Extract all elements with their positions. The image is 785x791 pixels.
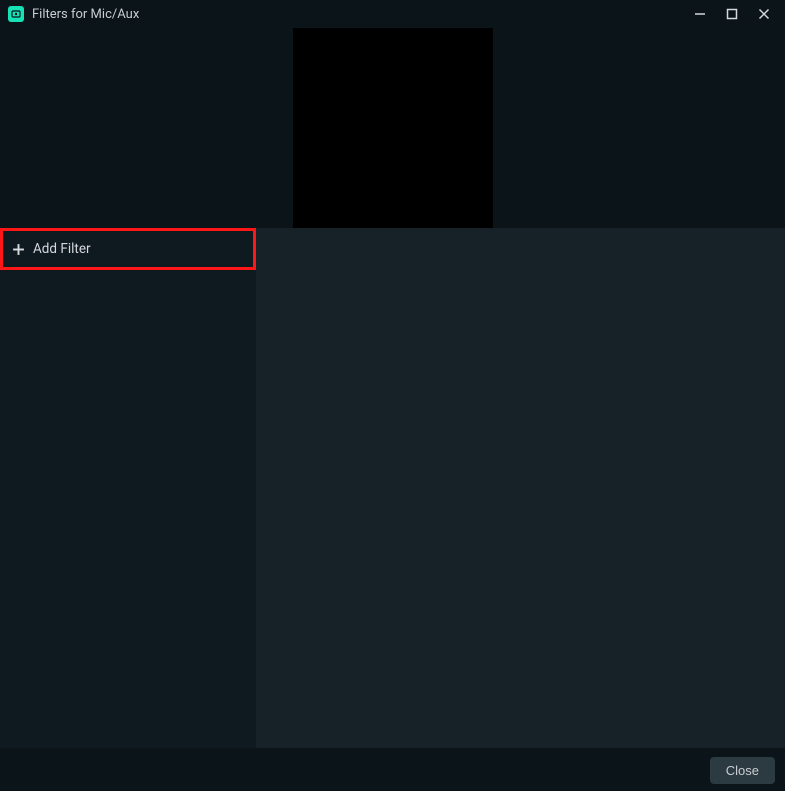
add-filter-label: Add Filter — [33, 241, 91, 257]
preview-box — [293, 28, 493, 228]
filter-settings-panel — [256, 228, 785, 748]
main-content: Add Filter — [0, 228, 785, 748]
close-window-button[interactable] — [757, 7, 771, 21]
close-button[interactable]: Close — [710, 757, 775, 784]
preview-area — [0, 28, 785, 228]
minimize-button[interactable] — [693, 7, 707, 21]
filter-sidebar: Add Filter — [0, 228, 256, 748]
maximize-button[interactable] — [725, 7, 739, 21]
filter-list — [0, 270, 256, 748]
app-icon — [8, 6, 24, 22]
bottom-bar: Close — [0, 748, 785, 791]
window-title: Filters for Mic/Aux — [32, 7, 693, 22]
window-controls — [693, 7, 777, 21]
add-filter-button[interactable]: Add Filter — [0, 228, 256, 270]
plus-icon — [11, 242, 25, 256]
titlebar: Filters for Mic/Aux — [0, 0, 785, 28]
